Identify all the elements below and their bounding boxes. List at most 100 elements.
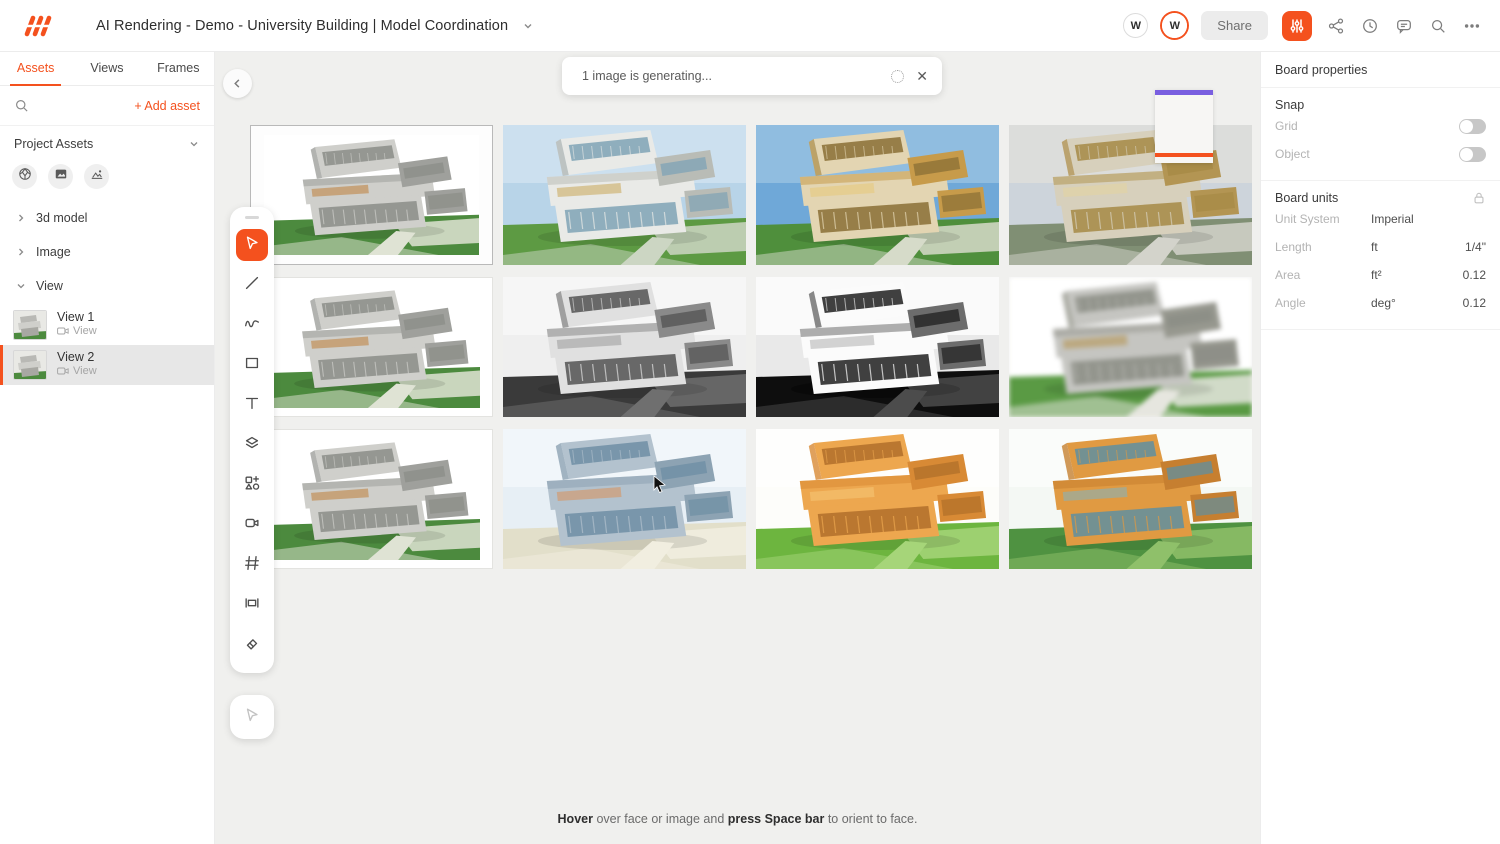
unit-precision[interactable]: 0.12 — [1463, 268, 1486, 282]
render-photoreal-gold[interactable] — [756, 125, 999, 265]
unit-value[interactable]: deg° — [1371, 296, 1396, 310]
view-item-view-1[interactable]: View 1View — [0, 305, 214, 345]
source-model-view-2[interactable] — [250, 277, 493, 417]
snap-row-object: Object — [1275, 140, 1486, 168]
topbar-actions: W W Share — [1123, 11, 1500, 41]
tree-item-view[interactable]: View — [0, 271, 214, 301]
view-thumbnail — [13, 310, 47, 340]
eraser-icon — [243, 634, 261, 657]
source-model-view-1[interactable] — [250, 125, 493, 265]
history-clock-icon[interactable] — [1360, 16, 1380, 36]
image-filter-chip[interactable] — [48, 164, 73, 189]
rectangle-tool-button[interactable] — [236, 349, 268, 381]
pointer-tool-button[interactable] — [230, 695, 274, 739]
grid-tool-button[interactable] — [236, 549, 268, 581]
render-watercolor-blue[interactable] — [503, 429, 746, 569]
view-list: View 1ViewView 2View — [0, 305, 214, 385]
line-tool-button[interactable] — [236, 269, 268, 301]
avatar-collaborator[interactable]: W — [1123, 13, 1148, 38]
3d-filter-chip[interactable] — [12, 164, 37, 189]
rectangle-icon — [243, 354, 261, 377]
back-button[interactable] — [223, 69, 252, 98]
title-chevron-down-icon[interactable] — [522, 20, 534, 32]
hint-tail: to orient to face. — [824, 812, 917, 826]
sidebar-tabs: AssetsViewsFrames — [0, 52, 214, 86]
search-icon[interactable] — [1428, 16, 1448, 36]
hint-bold-space: press Space bar — [728, 812, 825, 826]
tab-views[interactable]: Views — [71, 52, 142, 85]
view-filter-chip[interactable] — [84, 164, 109, 189]
unit-row-angle: Angledeg°0.12 — [1275, 289, 1486, 317]
tree-item-label: View — [36, 279, 63, 293]
line-icon — [243, 274, 261, 297]
status-hint: Hover over face or image and press Space… — [215, 812, 1260, 826]
board-units-section: Board units Unit SystemImperialLengthft1… — [1261, 181, 1500, 330]
chevron-down-icon — [188, 138, 200, 150]
draw-icon — [243, 314, 261, 337]
snap-label: Grid — [1275, 119, 1298, 133]
view-type-label: View — [73, 365, 97, 377]
view-filter-icon — [90, 167, 104, 186]
asset-search-row: + Add asset — [0, 86, 214, 126]
render-photoreal-white[interactable] — [503, 125, 746, 265]
share-button[interactable]: Share — [1201, 11, 1268, 40]
text-tool-button[interactable] — [236, 389, 268, 421]
camera-tool-button[interactable] — [236, 509, 268, 541]
eraser-tool-button[interactable] — [236, 629, 268, 661]
render-model-blurred[interactable] — [1009, 277, 1252, 417]
add-asset-button[interactable]: + Add asset — [134, 99, 200, 113]
layers-icon — [243, 434, 261, 457]
board-units-title: Board units — [1275, 191, 1338, 205]
render-watercolor-orange[interactable] — [756, 429, 999, 569]
layers-tool-button[interactable] — [236, 429, 268, 461]
board-settings-button[interactable] — [1282, 11, 1312, 41]
toolbar-drag-handle[interactable] — [245, 216, 259, 219]
tree-item-image[interactable]: Image — [0, 237, 214, 267]
unit-value[interactable]: ft — [1371, 240, 1378, 254]
top-bar: AI Rendering - Demo - University Buildin… — [0, 0, 1500, 52]
section-tool-button[interactable] — [236, 589, 268, 621]
tab-assets[interactable]: Assets — [0, 52, 71, 85]
assets-tool-button[interactable] — [236, 469, 268, 501]
tree-item-3d-model[interactable]: 3d model — [0, 203, 214, 233]
select-icon — [243, 234, 261, 257]
unit-row-length: Lengthft1/4" — [1275, 233, 1486, 261]
comments-icon[interactable] — [1394, 16, 1414, 36]
draw-tool-button[interactable] — [236, 309, 268, 341]
render-bw-photo[interactable] — [503, 277, 746, 417]
spinner-icon — [891, 70, 904, 83]
snap-row-grid: Grid — [1275, 112, 1486, 140]
generation-toast: 1 image is generating... ✕ — [562, 57, 942, 95]
grid-toggle[interactable] — [1459, 119, 1486, 134]
render-watercolor-mixed[interactable] — [1009, 429, 1252, 569]
view-name: View 2 — [57, 350, 97, 364]
object-toggle[interactable] — [1459, 147, 1486, 162]
avatar-current-user[interactable]: W — [1162, 13, 1187, 38]
more-options-ellipsis-icon[interactable] — [1462, 16, 1482, 36]
project-assets-header[interactable]: Project Assets — [0, 126, 214, 162]
assets-icon — [243, 474, 261, 497]
unit-precision[interactable]: 0.12 — [1463, 296, 1486, 310]
unit-value[interactable]: ft² — [1371, 268, 1382, 282]
render-photoreal-dusk[interactable] — [1009, 125, 1252, 265]
snap-section: Snap GridObject — [1261, 88, 1500, 181]
source-model-view-3[interactable] — [250, 429, 493, 569]
lock-icon — [1472, 191, 1486, 205]
select-tool-button[interactable] — [236, 229, 268, 261]
share-nodes-icon[interactable] — [1326, 16, 1346, 36]
unit-value[interactable]: Imperial — [1371, 212, 1414, 226]
app-logo-icon[interactable] — [20, 13, 54, 39]
hint-mid: over face or image and — [593, 812, 728, 826]
search-icon[interactable] — [14, 98, 29, 113]
view-type-label: View — [73, 325, 97, 337]
tab-frames[interactable]: Frames — [143, 52, 214, 85]
toast-close-icon[interactable]: ✕ — [916, 68, 928, 85]
unit-precision[interactable]: 1/4" — [1465, 240, 1486, 254]
board-canvas[interactable]: 1 image is generating... ✕ Hover over fa… — [215, 52, 1260, 844]
unit-row-area: Areaft²0.12 — [1275, 261, 1486, 289]
unit-label: Unit System — [1275, 212, 1371, 226]
toast-message: 1 image is generating... — [582, 69, 712, 83]
project-assets-title: Project Assets — [14, 137, 93, 151]
view-item-view-2[interactable]: View 2View — [0, 345, 214, 385]
render-bw-contrast[interactable] — [756, 277, 999, 417]
